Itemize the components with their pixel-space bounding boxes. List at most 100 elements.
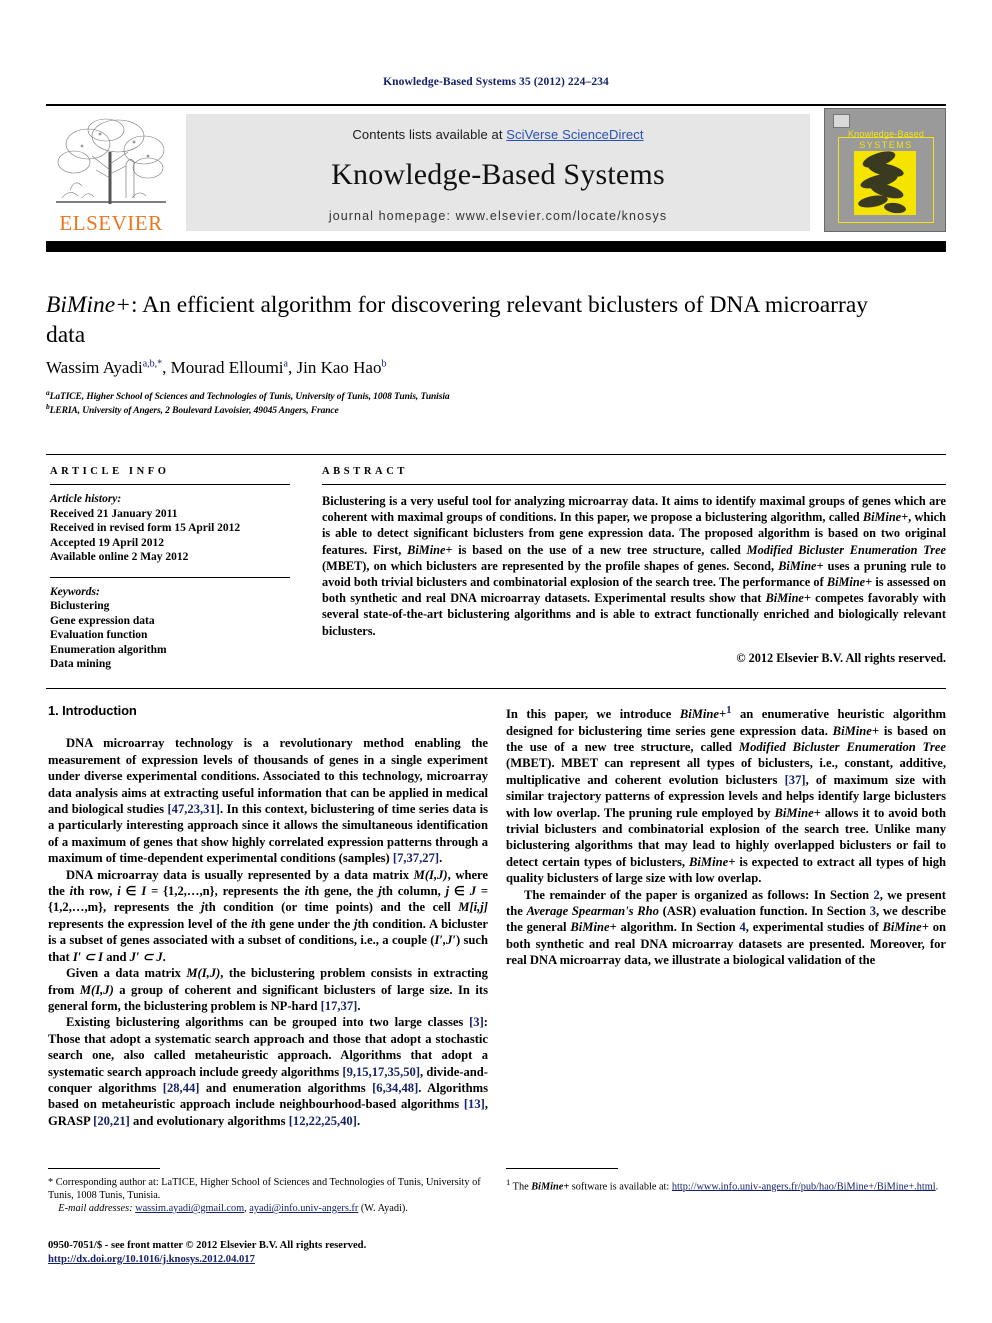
affiliation-a-text: LaTICE, Higher School of Sciences and Te… [49, 392, 450, 403]
citation-ref[interactable]: [12,22,25,40] [289, 1114, 357, 1128]
history-revised: Received in revised form 15 April 2012 [50, 522, 241, 534]
abstract-seg: is based on the use of a new tree struct… [452, 542, 747, 557]
keyword-item: Gene expression data [50, 614, 155, 627]
keyword-item: Data mining [50, 658, 112, 670]
citation-ref[interactable]: [28,44] [163, 1081, 200, 1095]
keywords-block: Keywords: Biclustering Gene expression d… [50, 585, 290, 672]
journal-title: Knowledge-Based Systems [331, 158, 665, 191]
footnote-rule-left [48, 1168, 160, 1169]
citation-ref[interactable]: [47,23,31] [167, 802, 219, 816]
abstract-rule [322, 484, 946, 485]
article-history-label: Article history: [50, 493, 122, 505]
footnote-rule-right [506, 1168, 618, 1169]
term-em: Average Spearman's Rho [526, 904, 659, 919]
keyword-item: Biclustering [50, 600, 110, 612]
author-affil-marker-1: a,b,* [142, 358, 163, 370]
citation-ref[interactable]: [20,21] [93, 1114, 130, 1128]
abstract-em: BiMine+ [407, 542, 453, 557]
imprint-block: 0950-7051/$ - see front matter © 2012 El… [48, 1239, 508, 1266]
text-seg: and [103, 949, 130, 964]
citation-ref[interactable]: [13] [464, 1097, 485, 1111]
history-online: Available online 2 May 2012 [50, 551, 189, 563]
math-em: I′,J′ [434, 933, 456, 948]
keyword-item: Enumeration algorithm [50, 643, 167, 656]
paragraph: Existing biclustering algorithms can be … [48, 1014, 488, 1129]
sciencedirect-link[interactable]: SciVerse ScienceDirect [506, 127, 643, 142]
algorithm-name-em: BiMine+ [882, 920, 929, 935]
algorithm-name-em: BiMine+ [570, 920, 617, 935]
math-em: M(I,J) [79, 982, 114, 997]
article-info-rule [50, 484, 290, 485]
body-column-left: 1. Introduction DNA microarray technolog… [48, 703, 488, 1129]
abstract-em: BiMine+ [778, 558, 824, 573]
keywords-label: Keywords: [50, 585, 100, 598]
text-seg: In this paper, we introduce [506, 707, 680, 722]
journal-masthead: ELSEVIER Contents lists available at Sci… [46, 104, 946, 236]
text-seg: algorithm. In Section [616, 920, 740, 935]
text-seg: th gene, the [308, 884, 379, 899]
author-name-1: Wassim Ayadi [46, 358, 143, 377]
paragraph-continued: In this paper, we introduce BiMine+1 an … [506, 703, 946, 887]
text-seg: . [357, 998, 361, 1013]
keywords-rule [50, 576, 290, 578]
text-seg: (ASR) evaluation function. In Section [658, 904, 870, 919]
abstract-heading: ABSTRACT [322, 466, 408, 477]
text-seg: th column, [381, 884, 446, 899]
footnote-text: software is available at: [569, 1181, 672, 1193]
term-em: Modified Bicluster Enumeration Tree [738, 740, 946, 754]
author-name-2: Mourad Elloumi [170, 358, 284, 377]
abstract-em: BiMine+ [765, 591, 811, 606]
text-seg: . [356, 1113, 361, 1128]
paragraph: DNA microarray data is usually represent… [48, 867, 488, 965]
abstract-em: BiMine+ [826, 575, 873, 590]
contents-prefix-text: Contents lists available at [352, 127, 507, 142]
body-column-right: In this paper, we introduce BiMine+1 an … [506, 703, 946, 969]
text-seg: ∈ [449, 884, 470, 899]
article-info-heading: ARTICLE INFO [50, 466, 170, 477]
text-seg: = {1,2,…,n}, represents the [146, 884, 305, 899]
footnote-text: Corresponding author at: LaTICE, Higher … [48, 1177, 481, 1201]
text-seg: . [162, 949, 166, 964]
abstract-text: Biclustering is a very useful tool for a… [322, 493, 946, 639]
text-seg: Given a data matrix [66, 966, 187, 981]
author-list: Wassim Ayadia,b,*, Mourad Elloumia, Jin … [46, 358, 387, 377]
abstract-seg: Biclustering is a very useful tool for a… [322, 494, 946, 525]
math-em: J′ ⊂ J [129, 949, 163, 964]
footnote-text: . [935, 1181, 939, 1193]
elsevier-wordmark: ELSEVIER [59, 211, 163, 235]
title-rest: : An efficient algorithm for discovering… [46, 292, 869, 348]
text-seg: th gene under the [254, 916, 354, 931]
cover-publisher-logo-icon [833, 114, 850, 128]
info-band-top-rule [46, 454, 946, 455]
text-seg: , experimental studies of [745, 920, 883, 935]
abstract-em: BiMine+ [862, 510, 909, 525]
journal-cover-thumbnail: Knowledge-Based SYSTEMS [824, 108, 946, 232]
affiliation-a: aLaTICE, Higher School of Sciences and T… [46, 388, 906, 402]
history-received: Received 21 January 2011 [50, 507, 178, 520]
article-history-block: Article history: Received 21 January 201… [50, 492, 290, 565]
journal-article-page: Knowledge-Based Systems 35 (2012) 224–23… [0, 0, 992, 1323]
citation-ref[interactable]: [17,37] [321, 999, 358, 1013]
history-accepted: Accepted 19 April 2012 [50, 536, 165, 549]
doi-link[interactable]: http://dx.doi.org/10.1016/j.knosys.2012.… [48, 1254, 255, 1265]
algorithm-name-em: BiMine+ [689, 854, 736, 869]
citation-ref[interactable]: [3] [469, 1015, 484, 1029]
paragraph: The remainder of the paper is organized … [506, 887, 946, 969]
author-name-3: Jin Kao Hao [296, 358, 382, 377]
abstract-seg: (MBET), on which biclusters are represen… [322, 558, 779, 573]
footnote-corresponding-author: * Corresponding author at: LaTICE, Highe… [48, 1176, 488, 1215]
software-url-link[interactable]: http://www.info.univ-angers.fr/pub/hao/B… [672, 1181, 936, 1192]
elsevier-logo: ELSEVIER [48, 112, 174, 234]
text-seg: th condition (or time points) and the ce… [204, 900, 459, 915]
elsevier-tree-icon [56, 118, 166, 204]
email-link-1[interactable]: wassim.ayadi@gmail.com [135, 1203, 244, 1214]
footnote-software-availability: 1 The BiMine+ software is available at: … [506, 1176, 946, 1193]
journal-homepage[interactable]: journal homepage: www.elsevier.com/locat… [186, 209, 810, 223]
email-link-2[interactable]: ayadi@info.univ-angers.fr [249, 1203, 358, 1214]
citation-ref[interactable]: [7,37,27] [393, 851, 439, 865]
citation-ref[interactable]: [37] [785, 773, 806, 787]
citation-ref[interactable]: [9,15,17,35,50] [342, 1065, 420, 1079]
math-em: I′ ⊂ I [72, 949, 104, 964]
citation-ref[interactable]: [6,34,48] [372, 1081, 418, 1095]
paragraph: Given a data matrix M(I,J), the bicluste… [48, 965, 488, 1014]
